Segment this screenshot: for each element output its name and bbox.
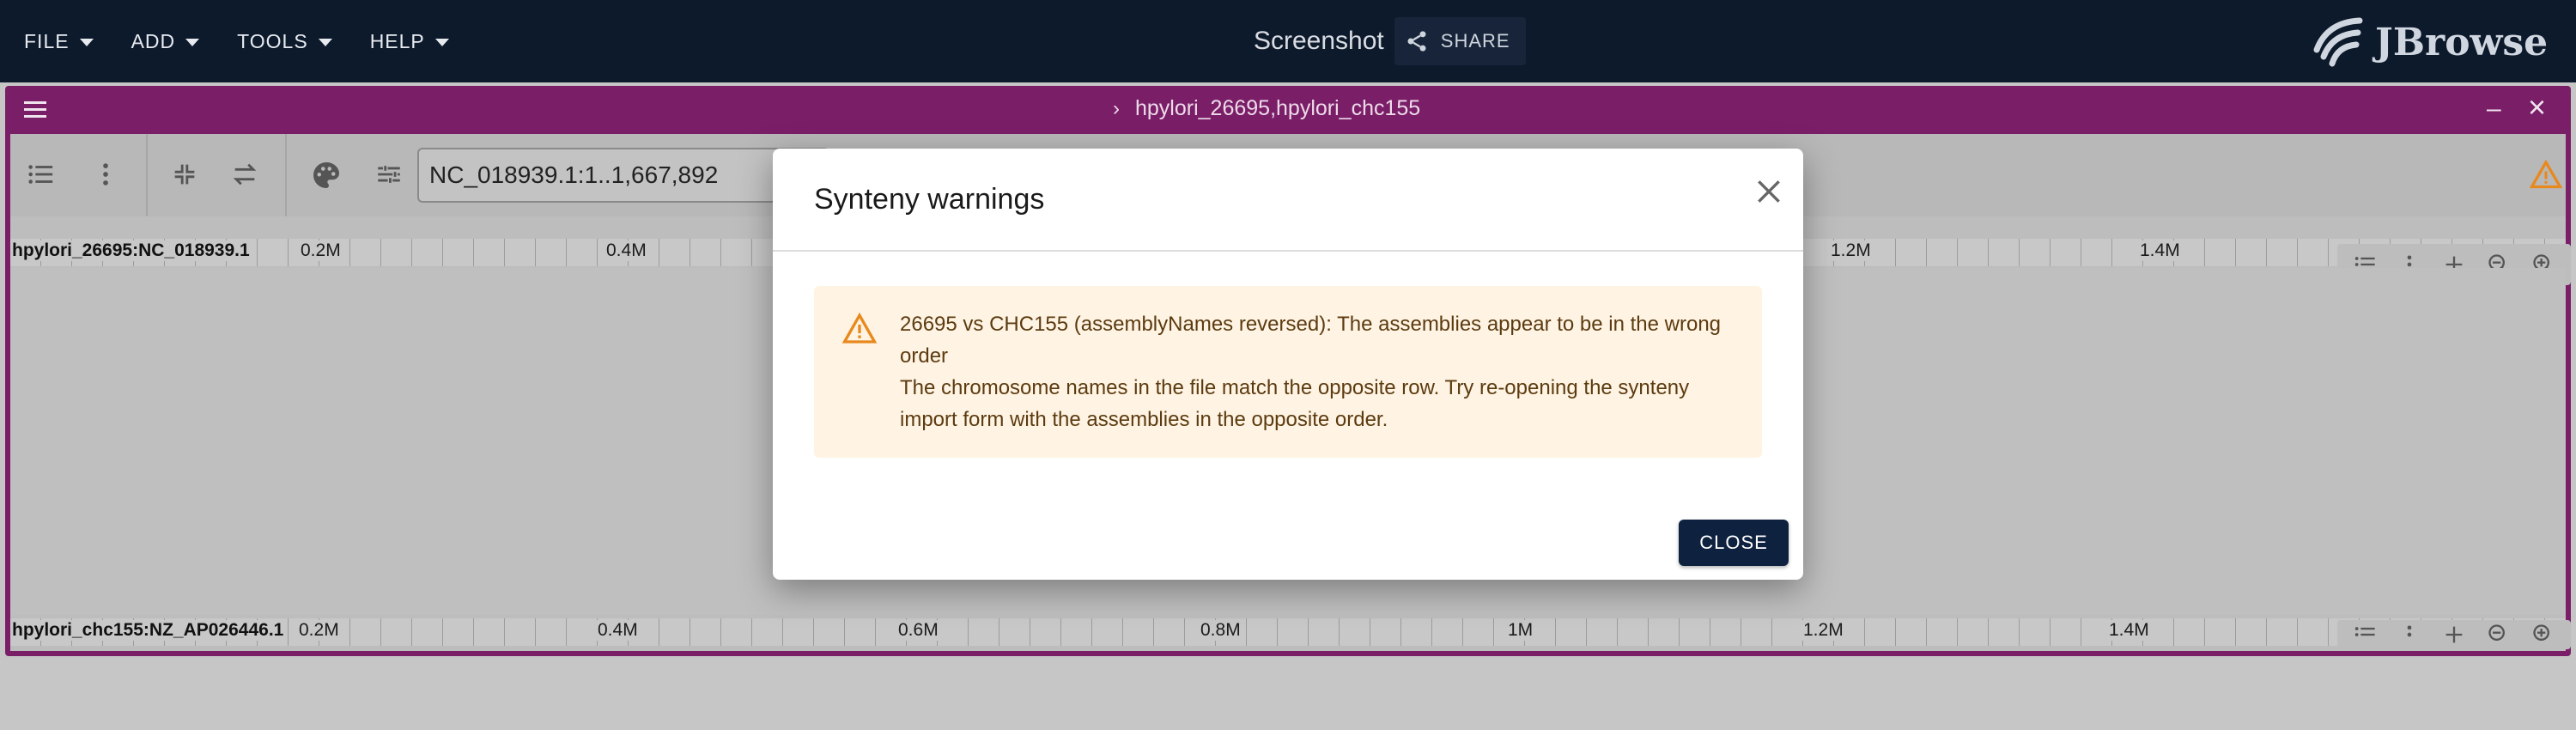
location-input[interactable]: NC_018939.1:1..1,667,892 (417, 148, 829, 203)
warning-icon (841, 312, 878, 344)
add-menu-label: ADD (131, 29, 176, 52)
caret-down-icon (185, 39, 200, 46)
jbrowse-logo-icon (2313, 17, 2363, 67)
app-bar: FILE ADD TOOLS HELP Screenshot SHARE JBr… (0, 0, 2576, 82)
view-header: › hpylori_26695,hpylori_chc155 – × (5, 86, 2571, 134)
file-menu-label: FILE (24, 29, 70, 52)
tick-label: 1.2M (1827, 240, 1874, 261)
tools-menu-label: TOOLS (237, 29, 308, 52)
alert-line-1: 26695 vs CHC155 (assemblyNames reversed)… (900, 313, 1722, 368)
jbrowse-logo: JBrowse (2310, 15, 2548, 69)
close-button-label: CLOSE (1699, 532, 1768, 553)
toolbar-divider (285, 134, 287, 216)
swap-icon[interactable] (230, 160, 259, 189)
warning-icon[interactable] (2530, 160, 2562, 191)
tick-label: 1.2M (1800, 620, 1847, 641)
file-menu[interactable]: FILE (24, 30, 94, 53)
caret-down-icon (79, 39, 94, 46)
view-menu-icon[interactable] (22, 98, 48, 122)
page-background (0, 661, 2576, 730)
close-dialog-icon[interactable] (1752, 174, 1786, 209)
share-icon (1407, 31, 1426, 52)
dialog-divider (773, 250, 1803, 252)
more-vert-icon[interactable] (91, 160, 120, 189)
alert-message: 26695 vs CHC155 (assemblyNames reversed)… (900, 308, 1741, 435)
top-ruler-name: hpylori_26695:NC_018939.1 (12, 240, 253, 261)
tick-label: 0.8M (1197, 620, 1244, 641)
caret-down-icon (318, 39, 332, 46)
palette-icon[interactable] (311, 160, 342, 191)
dialog-title: Synteny warnings (814, 183, 1045, 216)
tick-label: 1M (1504, 620, 1537, 641)
tick-label: 1.4M (2136, 240, 2184, 261)
view-title[interactable]: › hpylori_26695,hpylori_chc155 (1113, 96, 1420, 121)
tick-label: 0.2M (297, 240, 344, 261)
share-button[interactable]: SHARE (1394, 17, 1526, 65)
menu-bar: FILE ADD TOOLS HELP (24, 0, 487, 82)
chevron-right-icon: › (1113, 96, 1120, 120)
bottom-ruler-name: hpylori_chc155:NZ_AP026446.1 (12, 620, 288, 641)
caret-down-icon (434, 39, 449, 46)
tools-menu[interactable]: TOOLS (237, 30, 332, 53)
session-title[interactable]: Screenshot (1254, 27, 1384, 56)
bottom-track-controls (2337, 620, 2571, 649)
tick-label: 0.2M (295, 620, 343, 641)
zoom-in-icon[interactable] (2531, 623, 2555, 647)
help-menu-label: HELP (369, 29, 425, 52)
tick-label: 0.4M (594, 620, 641, 641)
zoom-out-icon[interactable] (2487, 623, 2511, 647)
view-title-label: hpylori_26695,hpylori_chc155 (1135, 96, 1421, 120)
add-icon[interactable] (2442, 623, 2466, 647)
track-list-icon[interactable] (2353, 623, 2377, 647)
track-selector-icon[interactable] (26, 160, 55, 189)
synteny-warnings-dialog: Synteny warnings 26695 vs CHC155 (assemb… (773, 149, 1803, 580)
warning-alert: 26695 vs CHC155 (assemblyNames reversed)… (814, 286, 1762, 458)
add-menu[interactable]: ADD (131, 30, 200, 53)
session-title-area: Screenshot SHARE (1254, 17, 1526, 65)
tick-label: 1.4M (2105, 620, 2153, 641)
bottom-ruler[interactable]: hpylori_chc155:NZ_AP026446.1 0.2M 0.4M 0… (10, 618, 2566, 646)
share-label: SHARE (1440, 30, 1510, 52)
more-vert-icon[interactable] (2397, 623, 2421, 647)
close-view-icon[interactable]: × (2528, 89, 2546, 125)
tick-label: 0.6M (895, 620, 942, 641)
collapse-icon[interactable] (170, 160, 199, 189)
alert-line-2: The chromosome names in the file match t… (900, 376, 1690, 431)
close-button[interactable]: CLOSE (1679, 520, 1789, 566)
minimize-icon[interactable]: – (2487, 94, 2501, 124)
tune-icon[interactable] (374, 160, 404, 189)
toolbar-divider (146, 134, 148, 216)
logo-text: JBrowse (2375, 20, 2549, 64)
location-value: NC_018939.1:1..1,667,892 (429, 161, 719, 188)
help-menu[interactable]: HELP (370, 30, 449, 53)
tick-label: 0.4M (603, 240, 650, 261)
